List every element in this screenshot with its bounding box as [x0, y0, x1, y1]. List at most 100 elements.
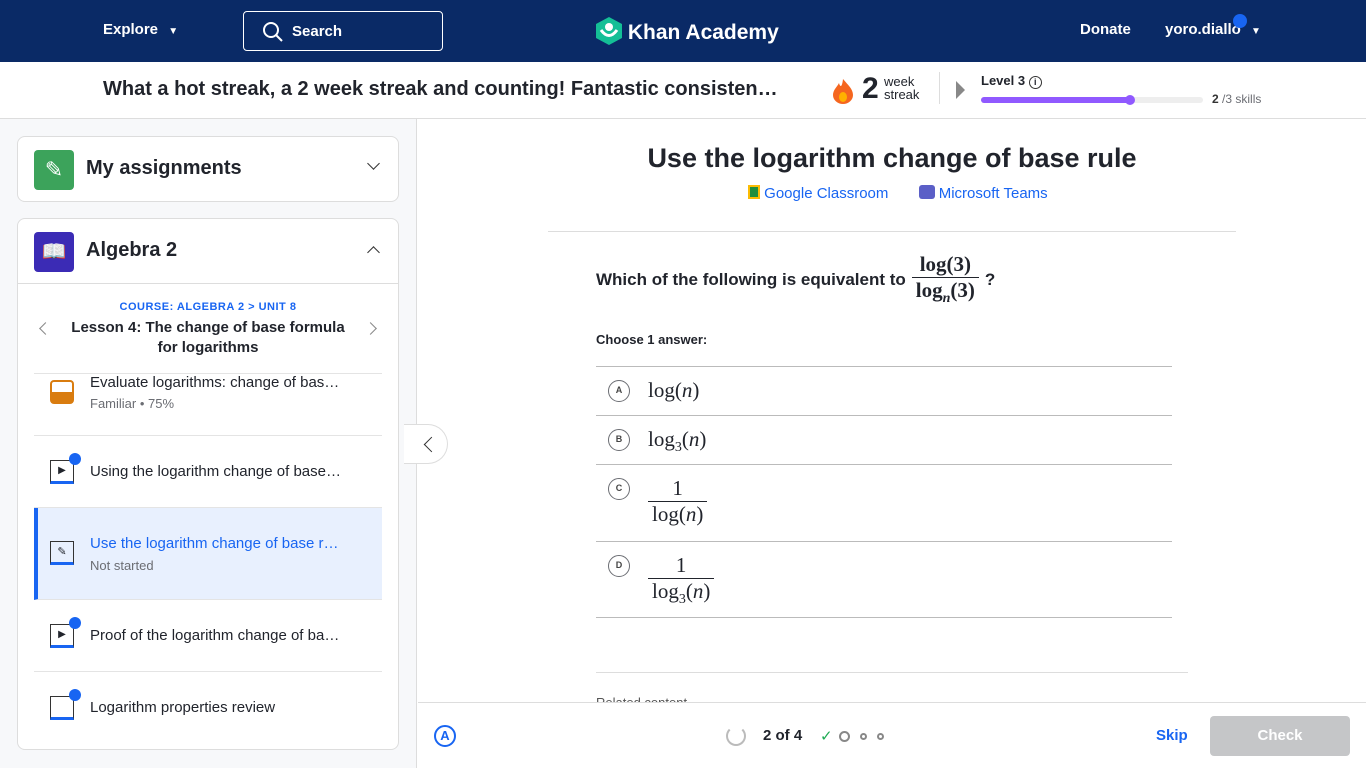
- user-menu[interactable]: yoro.diallo ▼: [1165, 21, 1261, 38]
- next-lesson-button[interactable]: [364, 322, 377, 335]
- check-badge-icon: [69, 689, 81, 701]
- my-assignments-card[interactable]: ✎ My assignments: [17, 136, 399, 202]
- choice-math: log3(n): [648, 427, 707, 456]
- assignments-icon: ✎: [34, 150, 74, 190]
- lesson-title: Lesson 4: The change of base formula for…: [71, 319, 345, 356]
- article-icon: [50, 689, 81, 720]
- google-classroom-link[interactable]: Google Classroom: [748, 185, 888, 202]
- choice-b[interactable]: B log3(n): [596, 415, 1172, 464]
- google-classroom-icon: [748, 185, 760, 199]
- divider: [548, 231, 1236, 232]
- list-item[interactable]: ▶ Using the logarithm change of base…: [34, 436, 382, 508]
- choice-letter: C: [608, 478, 630, 500]
- den-arg: (3): [950, 278, 975, 302]
- explore-menu[interactable]: Explore ▼: [103, 21, 178, 38]
- breadcrumb[interactable]: COURSE: ALGEBRA 2 > UNIT 8: [18, 301, 398, 313]
- question-progress: 2 of 4: [763, 727, 803, 744]
- chevron-left-icon: [423, 436, 440, 453]
- khan-logo-icon: [596, 17, 622, 45]
- logo-text: Khan Academy: [627, 21, 779, 44]
- streak-message: What a hot streak, a 2 week streak and c…: [103, 78, 778, 100]
- check-icon: ✓: [820, 728, 833, 745]
- current-dot-icon: [838, 730, 850, 742]
- level-progress-fill: [981, 95, 1135, 105]
- chevron-down-icon[interactable]: [367, 157, 380, 170]
- chevron-down-icon: ▼: [1251, 26, 1261, 37]
- microsoft-teams-link[interactable]: Microsoft Teams: [918, 185, 1048, 202]
- microsoft-teams-label: Microsoft Teams: [938, 185, 1048, 202]
- choice-d[interactable]: D 1 log3(n): [596, 541, 1172, 618]
- collapse-sidebar-button[interactable]: [404, 424, 448, 464]
- level-label: Level 3: [981, 73, 1026, 88]
- divider: [18, 283, 398, 284]
- skills-total: /3 skills: [1222, 92, 1262, 106]
- search-placeholder: Search: [292, 23, 343, 40]
- microsoft-teams-icon: [918, 185, 935, 199]
- donate-link[interactable]: Donate: [1080, 21, 1131, 38]
- list-item[interactable]: ▶ Proof of the logarithm change of ba…: [34, 600, 382, 672]
- flame-icon: [833, 79, 853, 104]
- item-label: Evaluate logarithms: change of bas…: [90, 374, 340, 391]
- search-icon: [263, 22, 283, 42]
- search-input[interactable]: Search: [243, 11, 443, 51]
- choice-letter: D: [608, 555, 630, 577]
- choose-label: Choose 1 answer:: [596, 332, 708, 347]
- question-mark: ?: [984, 269, 996, 289]
- streak-count: 2: [862, 72, 879, 105]
- choice-math: 1 log(n): [648, 476, 708, 527]
- play-triangle-icon[interactable]: [956, 81, 965, 99]
- exercise-footer: A 2 of 4 ✓ Skip Check: [418, 702, 1366, 768]
- choice-letter: B: [608, 429, 630, 451]
- restart-icon[interactable]: [726, 726, 746, 746]
- streak-unit-2: streak: [884, 87, 920, 102]
- choice-letter: A: [608, 380, 630, 402]
- username: yoro.diallo: [1165, 21, 1241, 38]
- item-label: Use the logarithm change of base r…: [90, 535, 339, 552]
- course-title[interactable]: Algebra 2: [86, 239, 177, 262]
- divider: [939, 72, 940, 104]
- choice-math: log(n): [648, 378, 700, 402]
- mastery-familiar-icon: [50, 380, 74, 404]
- chevron-down-icon: ▼: [168, 26, 179, 37]
- explore-label: Explore: [103, 21, 159, 38]
- question-fraction: log(3) logn(3): [911, 252, 979, 307]
- accessibility-icon[interactable]: A: [434, 725, 456, 747]
- divider: [596, 672, 1188, 673]
- sidebar: ✎ My assignments 📖 Algebra 2 COURSE: ALG…: [0, 119, 417, 768]
- item-label: Logarithm properties review: [90, 699, 276, 716]
- top-nav: Explore ▼ Search Khan Academy Donate yor…: [0, 0, 1366, 62]
- assignments-title: My assignments: [86, 157, 242, 179]
- list-item[interactable]: Evaluate logarithms: change of bas… Fami…: [34, 373, 382, 436]
- streak-bar: What a hot streak, a 2 week streak and c…: [0, 62, 1366, 119]
- prev-lesson-button[interactable]: [39, 322, 52, 335]
- progress-dots: ✓: [820, 727, 884, 745]
- exercise-icon: ✎: [50, 541, 74, 565]
- khan-academy-logo[interactable]: Khan Academy: [596, 17, 779, 45]
- google-classroom-label: Google Classroom: [764, 185, 889, 202]
- chevron-up-icon[interactable]: [367, 246, 380, 259]
- skip-button[interactable]: Skip: [1156, 727, 1188, 744]
- page-title: Use the logarithm change of base rule: [647, 143, 1137, 173]
- related-content-heading: Related content: [596, 695, 687, 702]
- item-status: Not started: [90, 558, 154, 573]
- algebra-2-icon: 📖: [34, 232, 74, 272]
- check-badge-icon: [69, 617, 81, 629]
- list-item[interactable]: ✎ Use the logarithm change of base r… No…: [34, 508, 382, 600]
- choice-a[interactable]: A log(n): [596, 366, 1172, 415]
- pending-dot-icon: [859, 732, 867, 740]
- pending-dot-icon: [876, 732, 884, 740]
- notification-dot: [1233, 14, 1247, 28]
- item-label: Using the logarithm change of base…: [90, 463, 341, 480]
- fraction-numerator: log(3): [919, 252, 972, 276]
- level-progress-bar: [981, 95, 1203, 105]
- video-icon: ▶: [50, 617, 81, 648]
- check-badge-icon: [69, 453, 81, 465]
- info-icon[interactable]: i: [1028, 76, 1042, 89]
- choice-c[interactable]: C 1 log(n): [596, 464, 1172, 541]
- item-label: Proof of the logarithm change of ba…: [90, 627, 340, 644]
- check-button[interactable]: Check: [1210, 716, 1350, 756]
- question: Which of the following is equivalent to …: [596, 252, 995, 307]
- skills-done: 2: [1212, 92, 1219, 106]
- list-item[interactable]: Logarithm properties review: [34, 672, 382, 744]
- den-base: log: [915, 278, 943, 302]
